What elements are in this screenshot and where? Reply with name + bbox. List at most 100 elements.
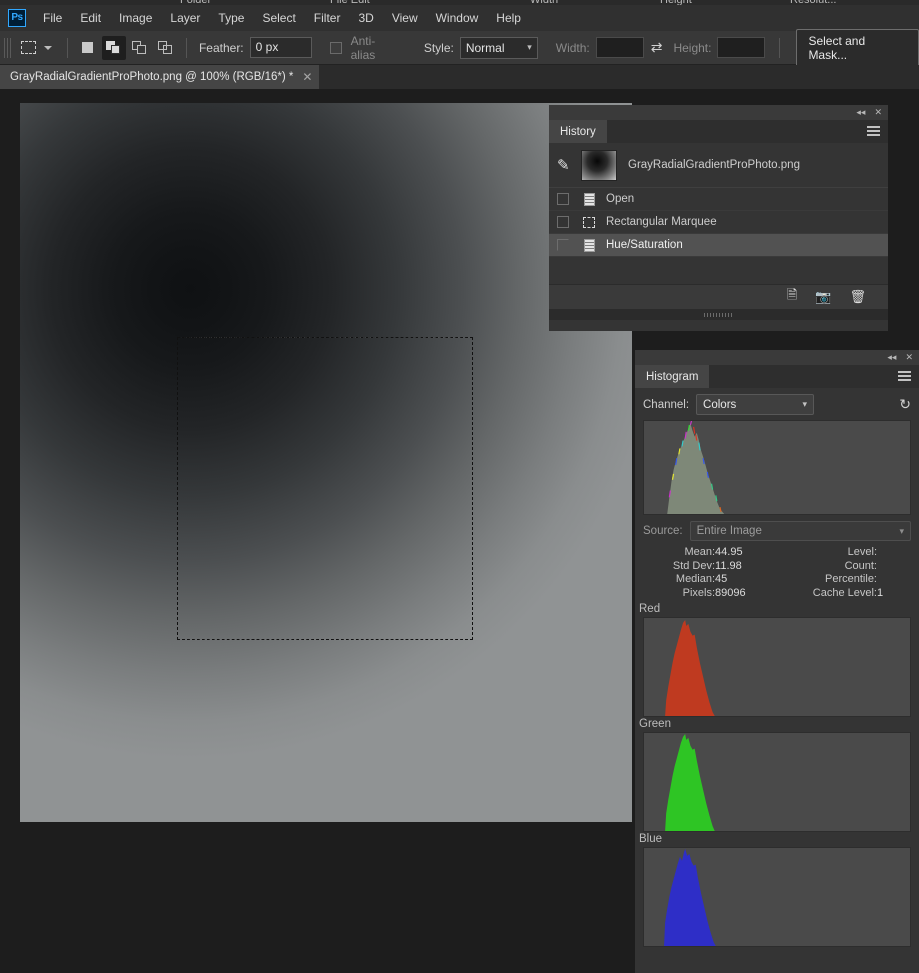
tool-options-bar: Feather: 0 px Anti-alias Style: Normal ▾…: [0, 28, 919, 67]
histogram-statistics: Mean: 44.95 Level: Std Dev: 11.98 Count:…: [635, 545, 919, 602]
height-input[interactable]: [717, 37, 766, 58]
composite-histogram-graph[interactable]: [643, 420, 911, 515]
menu-item-select[interactable]: Select: [253, 7, 304, 29]
panel-menu-icon[interactable]: [898, 371, 911, 381]
blue-histogram-svg: [664, 848, 716, 946]
level-label: Level:: [847, 546, 877, 558]
count-label: Count:: [844, 559, 877, 572]
feather-input[interactable]: 0 px: [249, 37, 312, 58]
history-state-rectangular-marquee[interactable]: Rectangular Marquee: [549, 211, 888, 234]
cache-level-label: Cache Level:: [812, 586, 877, 599]
channel-select[interactable]: Colors ▾: [696, 394, 815, 415]
cache-level-value: 1: [877, 586, 884, 599]
close-icon[interactable]: ✕: [302, 70, 312, 84]
history-state-label: Hue/Saturation: [606, 239, 683, 251]
mean-label: Mean:: [684, 546, 716, 558]
history-brush-source-checkbox[interactable]: [557, 216, 569, 228]
menu-item-3d[interactable]: 3D: [349, 7, 382, 29]
height-label: Height:: [673, 40, 712, 55]
document-tab-bar: GrayRadialGradientProPhoto.png @ 100% (R…: [0, 65, 919, 89]
select-and-mask-button[interactable]: Select and Mask...: [796, 28, 919, 67]
close-icon[interactable]: ✕: [905, 353, 913, 362]
add-to-selection-button[interactable]: [101, 35, 126, 60]
pixels-label: Pixels:: [682, 586, 716, 599]
history-panel-tabrow: History: [549, 120, 888, 143]
history-panel-body: ✎ GrayRadialGradientProPhoto.png Open Re…: [549, 143, 888, 320]
blue-histogram-graph[interactable]: [643, 847, 911, 947]
swap-arrows-icon[interactable]: ⇄: [651, 39, 663, 56]
history-state-label: Rectangular Marquee: [606, 216, 717, 228]
document-tab[interactable]: GrayRadialGradientProPhoto.png @ 100% (R…: [0, 65, 321, 89]
red-channel-label: Red: [639, 603, 661, 615]
green-channel-label: Green: [639, 718, 671, 730]
histogram-panel: ◂◂ ✕ Histogram Channel: Colors ▾ ↻ Sourc…: [635, 350, 919, 973]
green-histogram-graph[interactable]: [643, 732, 911, 832]
count-value: [877, 560, 911, 574]
source-select-value: Entire Image: [696, 525, 762, 537]
menu-item-window[interactable]: Window: [427, 7, 488, 29]
divider: [66, 37, 68, 58]
history-brush-icon[interactable]: ✎: [557, 156, 579, 174]
menu-item-image[interactable]: Image: [110, 7, 161, 29]
history-panel-titlebar[interactable]: ◂◂ ✕: [549, 105, 888, 120]
marquee-selection[interactable]: [177, 337, 473, 640]
anti-alias-checkbox[interactable]: [329, 41, 342, 54]
std-dev-label: Std Dev:: [672, 559, 716, 572]
history-brush-source-checkbox[interactable]: [557, 193, 569, 205]
channel-row: Channel: Colors ▾ ↻: [635, 388, 919, 420]
chevron-down-icon: ▾: [899, 525, 904, 536]
red-histogram-svg: [665, 619, 715, 716]
red-histogram-graph[interactable]: [643, 617, 911, 717]
histogram-panel-titlebar[interactable]: ◂◂ ✕: [635, 350, 919, 365]
photoshop-logo-icon: Ps: [8, 9, 26, 27]
collapse-icon[interactable]: ◂◂: [856, 108, 865, 117]
tab-histogram[interactable]: Histogram: [635, 365, 710, 388]
image-canvas[interactable]: [20, 103, 632, 822]
document-icon: [582, 238, 596, 252]
create-new-snapshot-icon[interactable]: 📷: [815, 289, 831, 305]
blue-channel-label: Blue: [639, 833, 663, 845]
rectangular-marquee-icon[interactable]: [16, 36, 42, 60]
menu-item-filter[interactable]: Filter: [305, 7, 350, 29]
uncached-refresh-icon[interactable]: ↻: [899, 396, 911, 413]
history-brush-source-checkbox[interactable]: [557, 239, 569, 251]
menu-item-view[interactable]: View: [383, 7, 427, 29]
history-state-open[interactable]: Open: [549, 188, 888, 211]
source-row: Source: Entire Image ▾: [635, 515, 919, 545]
history-panel-footer: 🗎 📷 🗑: [549, 284, 888, 309]
panel-menu-icon[interactable]: [867, 126, 880, 136]
close-icon[interactable]: ✕: [874, 108, 882, 117]
history-panel-resize-handle[interactable]: [549, 309, 888, 320]
create-document-from-state-icon[interactable]: 🗎: [787, 286, 797, 308]
menu-item-help[interactable]: Help: [487, 7, 530, 29]
menu-item-type[interactable]: Type: [209, 7, 253, 29]
width-input[interactable]: [595, 37, 644, 58]
snapshot-thumbnail: [581, 149, 617, 181]
menu-item-edit[interactable]: Edit: [71, 7, 110, 29]
source-select[interactable]: Entire Image ▾: [689, 521, 911, 541]
menu-item-file[interactable]: File: [34, 7, 71, 29]
subtract-from-selection-button[interactable]: [128, 36, 152, 60]
histogram-panel-tabrow: Histogram: [635, 365, 919, 388]
menu-item-layer[interactable]: Layer: [161, 7, 209, 29]
intersect-with-selection-button[interactable]: [154, 36, 178, 60]
style-select-value: Normal: [465, 40, 505, 55]
source-label: Source:: [643, 525, 683, 537]
median-value: 45: [715, 573, 728, 585]
options-bar-grip[interactable]: [4, 37, 12, 58]
delete-icon[interactable]: 🗑: [849, 289, 866, 305]
snapshot-name: GrayRadialGradientProPhoto.png: [628, 159, 800, 171]
style-select[interactable]: Normal ▾: [459, 36, 538, 59]
percentile-value: [877, 573, 911, 587]
chevron-down-icon: ▾: [802, 399, 808, 409]
tool-preset-chevron-down-icon[interactable]: [43, 45, 52, 50]
history-snapshot-row[interactable]: ✎ GrayRadialGradientProPhoto.png: [549, 143, 888, 188]
tab-history[interactable]: History: [549, 120, 607, 143]
green-histogram-svg: [665, 733, 715, 831]
channel-select-value: Colors: [703, 398, 737, 411]
history-state-hue-saturation[interactable]: Hue/Saturation: [549, 234, 888, 257]
divider: [779, 37, 781, 58]
history-state-label: Open: [606, 193, 635, 205]
new-selection-button[interactable]: [76, 36, 100, 60]
collapse-icon[interactable]: ◂◂: [887, 353, 896, 362]
